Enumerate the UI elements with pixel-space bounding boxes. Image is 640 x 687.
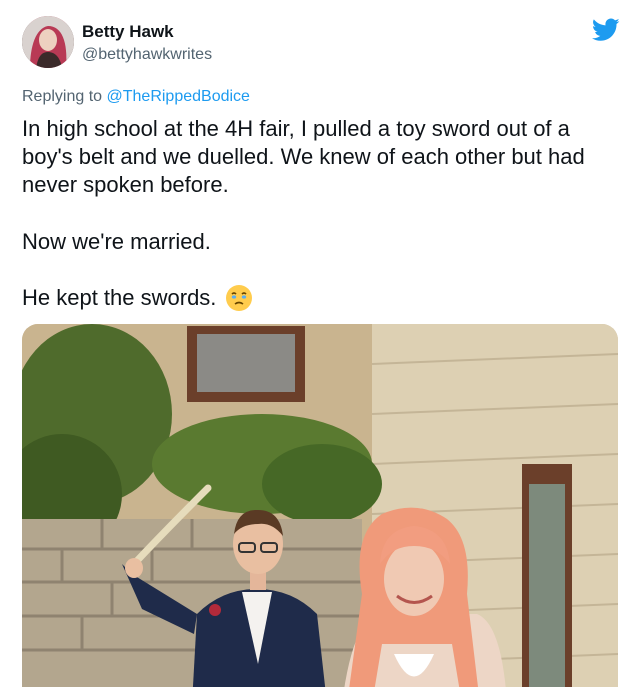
avatar[interactable] [22,16,74,68]
tweet-paragraph-1: In high school at the 4H fair, I pulled … [22,116,585,197]
mention-link[interactable]: @TheRippedBodice [107,88,250,105]
author-handle[interactable]: @bettyhawkwrites [82,46,212,64]
tweet-body: In high school at the 4H fair, I pulled … [22,115,622,199]
wedding-photo [22,324,618,687]
tweet-paragraph-3-row: He kept the swords. [22,283,254,313]
replying-to-prefix: Replying to [22,88,103,105]
tweet-header: Betty Hawk @bettyhawkwrites [22,16,622,76]
twitter-bird-icon [592,18,620,41]
tweet-photo[interactable] [22,324,618,687]
replying-to: Replying to @TheRippedBodice [22,88,250,106]
author-display-name[interactable]: Betty Hawk [82,22,174,42]
face-holding-back-tears-emoji [226,285,253,311]
tweet-paragraph-3: He kept the swords. [22,285,217,310]
tweet-paragraph-2: Now we're married. [22,229,211,254]
